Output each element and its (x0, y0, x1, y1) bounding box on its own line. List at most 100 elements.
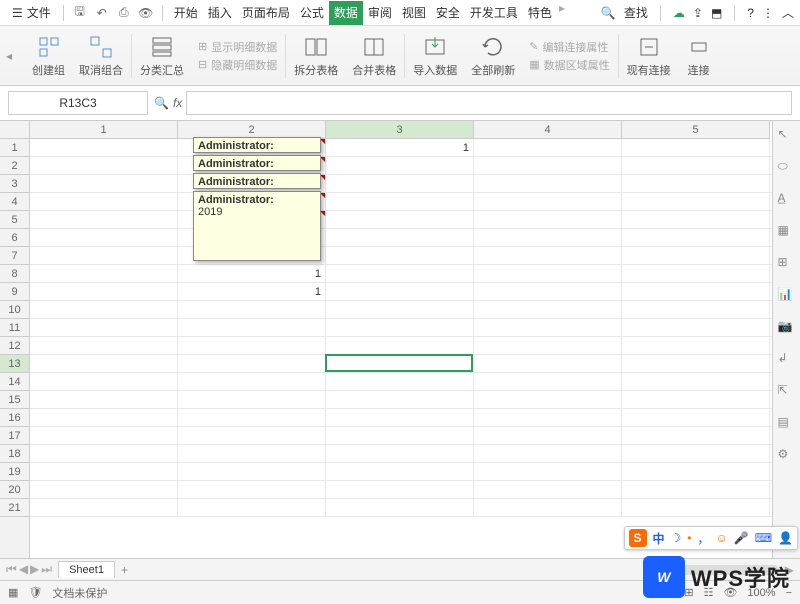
mic-icon[interactable]: 🎤 (734, 531, 749, 545)
save-icon[interactable]: 🖫 (70, 3, 90, 23)
cursor-icon[interactable]: ↖ (778, 127, 796, 145)
cell-r6c3[interactable] (326, 229, 474, 247)
cell-r16c2[interactable] (178, 409, 326, 427)
row-header-20[interactable]: 20 (0, 481, 29, 499)
tab-data[interactable]: 数据 (329, 1, 363, 25)
collapse-icon[interactable]: ︿ (782, 4, 794, 21)
cell-r15c5[interactable] (622, 391, 770, 409)
grid-icon[interactable]: ⊞ (778, 255, 796, 273)
ime-lang[interactable]: 中 (653, 530, 665, 547)
cell-r18c2[interactable] (178, 445, 326, 463)
subtotal-button[interactable]: 分类汇总 (134, 33, 190, 78)
moon-icon[interactable]: ☽ (671, 531, 682, 545)
cell-r13c1[interactable] (30, 355, 178, 373)
create-group-button[interactable]: 创建组 (26, 33, 71, 78)
share-icon[interactable]: ⇪ (693, 6, 703, 20)
cell-r2c1[interactable] (30, 157, 178, 175)
cell-r6c5[interactable] (622, 229, 770, 247)
ime-sogou-icon[interactable]: S (629, 529, 647, 547)
cell-r13c4[interactable] (474, 355, 622, 373)
cell-r20c2[interactable] (178, 481, 326, 499)
cell-r17c5[interactable] (622, 427, 770, 445)
export-icon[interactable]: ⬒ (711, 6, 722, 20)
cell-r21c5[interactable] (622, 499, 770, 517)
row-header-10[interactable]: 10 (0, 301, 29, 319)
cell-r7c3[interactable] (326, 247, 474, 265)
cell-r4c5[interactable] (622, 193, 770, 211)
col-header-3[interactable]: 3 (326, 121, 474, 138)
cell-r13c5[interactable] (622, 355, 770, 373)
tab-security[interactable]: 安全 (431, 1, 465, 25)
cell-r18c4[interactable] (474, 445, 622, 463)
magnify-icon[interactable]: 🔍 (154, 96, 169, 110)
tab-view[interactable]: 视图 (397, 1, 431, 25)
connections-button[interactable]: 连接 (679, 33, 719, 78)
format-icon[interactable]: A̲ (778, 191, 796, 209)
cell-r18c1[interactable] (30, 445, 178, 463)
cell-r20c4[interactable] (474, 481, 622, 499)
cell-r4c1[interactable] (30, 193, 178, 211)
split-table-button[interactable]: 拆分表格 (288, 33, 344, 78)
chart-icon[interactable]: 📊 (778, 287, 796, 305)
cell-r19c2[interactable] (178, 463, 326, 481)
cell-r17c3[interactable] (326, 427, 474, 445)
wrap-icon[interactable]: ↲ (778, 351, 796, 369)
cell-r4c4[interactable] (474, 193, 622, 211)
cell-r10c1[interactable] (30, 301, 178, 319)
cell-r19c5[interactable] (622, 463, 770, 481)
select-all-corner[interactable] (0, 121, 30, 139)
ribbon-prev-icon[interactable]: ◂ (6, 49, 24, 63)
comment-box-3[interactable]: Administrator: (193, 173, 321, 189)
cell-r9c1[interactable] (30, 283, 178, 301)
keyboard-icon[interactable]: ⌨ (755, 531, 772, 545)
row-header-8[interactable]: 8 (0, 265, 29, 283)
comma-icon[interactable]: ， (697, 530, 709, 547)
cell-r10c5[interactable] (622, 301, 770, 319)
camera-icon[interactable]: 📷 (778, 319, 796, 337)
cell-r2c5[interactable] (622, 157, 770, 175)
tab-formula[interactable]: 公式 (295, 1, 329, 25)
cell-r14c2[interactable] (178, 373, 326, 391)
tab-insert[interactable]: 插入 (203, 1, 237, 25)
more-icon[interactable]: ⋮ (762, 6, 774, 20)
tab-layout[interactable]: 页面布局 (237, 1, 295, 25)
tab-start[interactable]: 开始 (169, 1, 203, 25)
help-icon[interactable]: ? (747, 6, 754, 20)
tab-review[interactable]: 审阅 (363, 1, 397, 25)
cell-r8c5[interactable] (622, 265, 770, 283)
cell-r14c4[interactable] (474, 373, 622, 391)
row-header-13[interactable]: 13 (0, 355, 29, 373)
cell-r11c3[interactable] (326, 319, 474, 337)
cell-r1c3[interactable]: 1 (326, 139, 474, 157)
cell-r1c4[interactable] (474, 139, 622, 157)
cell-r7c5[interactable] (622, 247, 770, 265)
cell-r21c1[interactable] (30, 499, 178, 517)
cell-r10c3[interactable] (326, 301, 474, 319)
select-icon[interactable]: ⬭ (778, 159, 796, 177)
table-icon[interactable]: ▦ (778, 223, 796, 241)
cell-r9c5[interactable] (622, 283, 770, 301)
cell-r17c1[interactable] (30, 427, 178, 445)
search-label[interactable]: 查找 (624, 4, 648, 21)
cell-r3c1[interactable] (30, 175, 178, 193)
comment-box-1[interactable]: Administrator: (193, 137, 321, 153)
smile-icon[interactable]: ☺ (716, 531, 728, 545)
col-header-5[interactable]: 5 (622, 121, 770, 138)
cell-r19c1[interactable] (30, 463, 178, 481)
row-header-14[interactable]: 14 (0, 373, 29, 391)
cell-r17c4[interactable] (474, 427, 622, 445)
cell-r8c3[interactable] (326, 265, 474, 283)
col-header-4[interactable]: 4 (474, 121, 622, 138)
cell-r13c3[interactable] (326, 355, 474, 373)
cell-r3c3[interactable] (326, 175, 474, 193)
cell-r21c4[interactable] (474, 499, 622, 517)
row-header-21[interactable]: 21 (0, 499, 29, 517)
cell-r6c1[interactable] (30, 229, 178, 247)
row-header-17[interactable]: 17 (0, 427, 29, 445)
row-header-5[interactable]: 5 (0, 211, 29, 229)
cell-r19c4[interactable] (474, 463, 622, 481)
cell-r12c4[interactable] (474, 337, 622, 355)
cell-r19c3[interactable] (326, 463, 474, 481)
cell-r11c1[interactable] (30, 319, 178, 337)
comment-box-4[interactable]: Administrator:2019 (193, 191, 321, 261)
